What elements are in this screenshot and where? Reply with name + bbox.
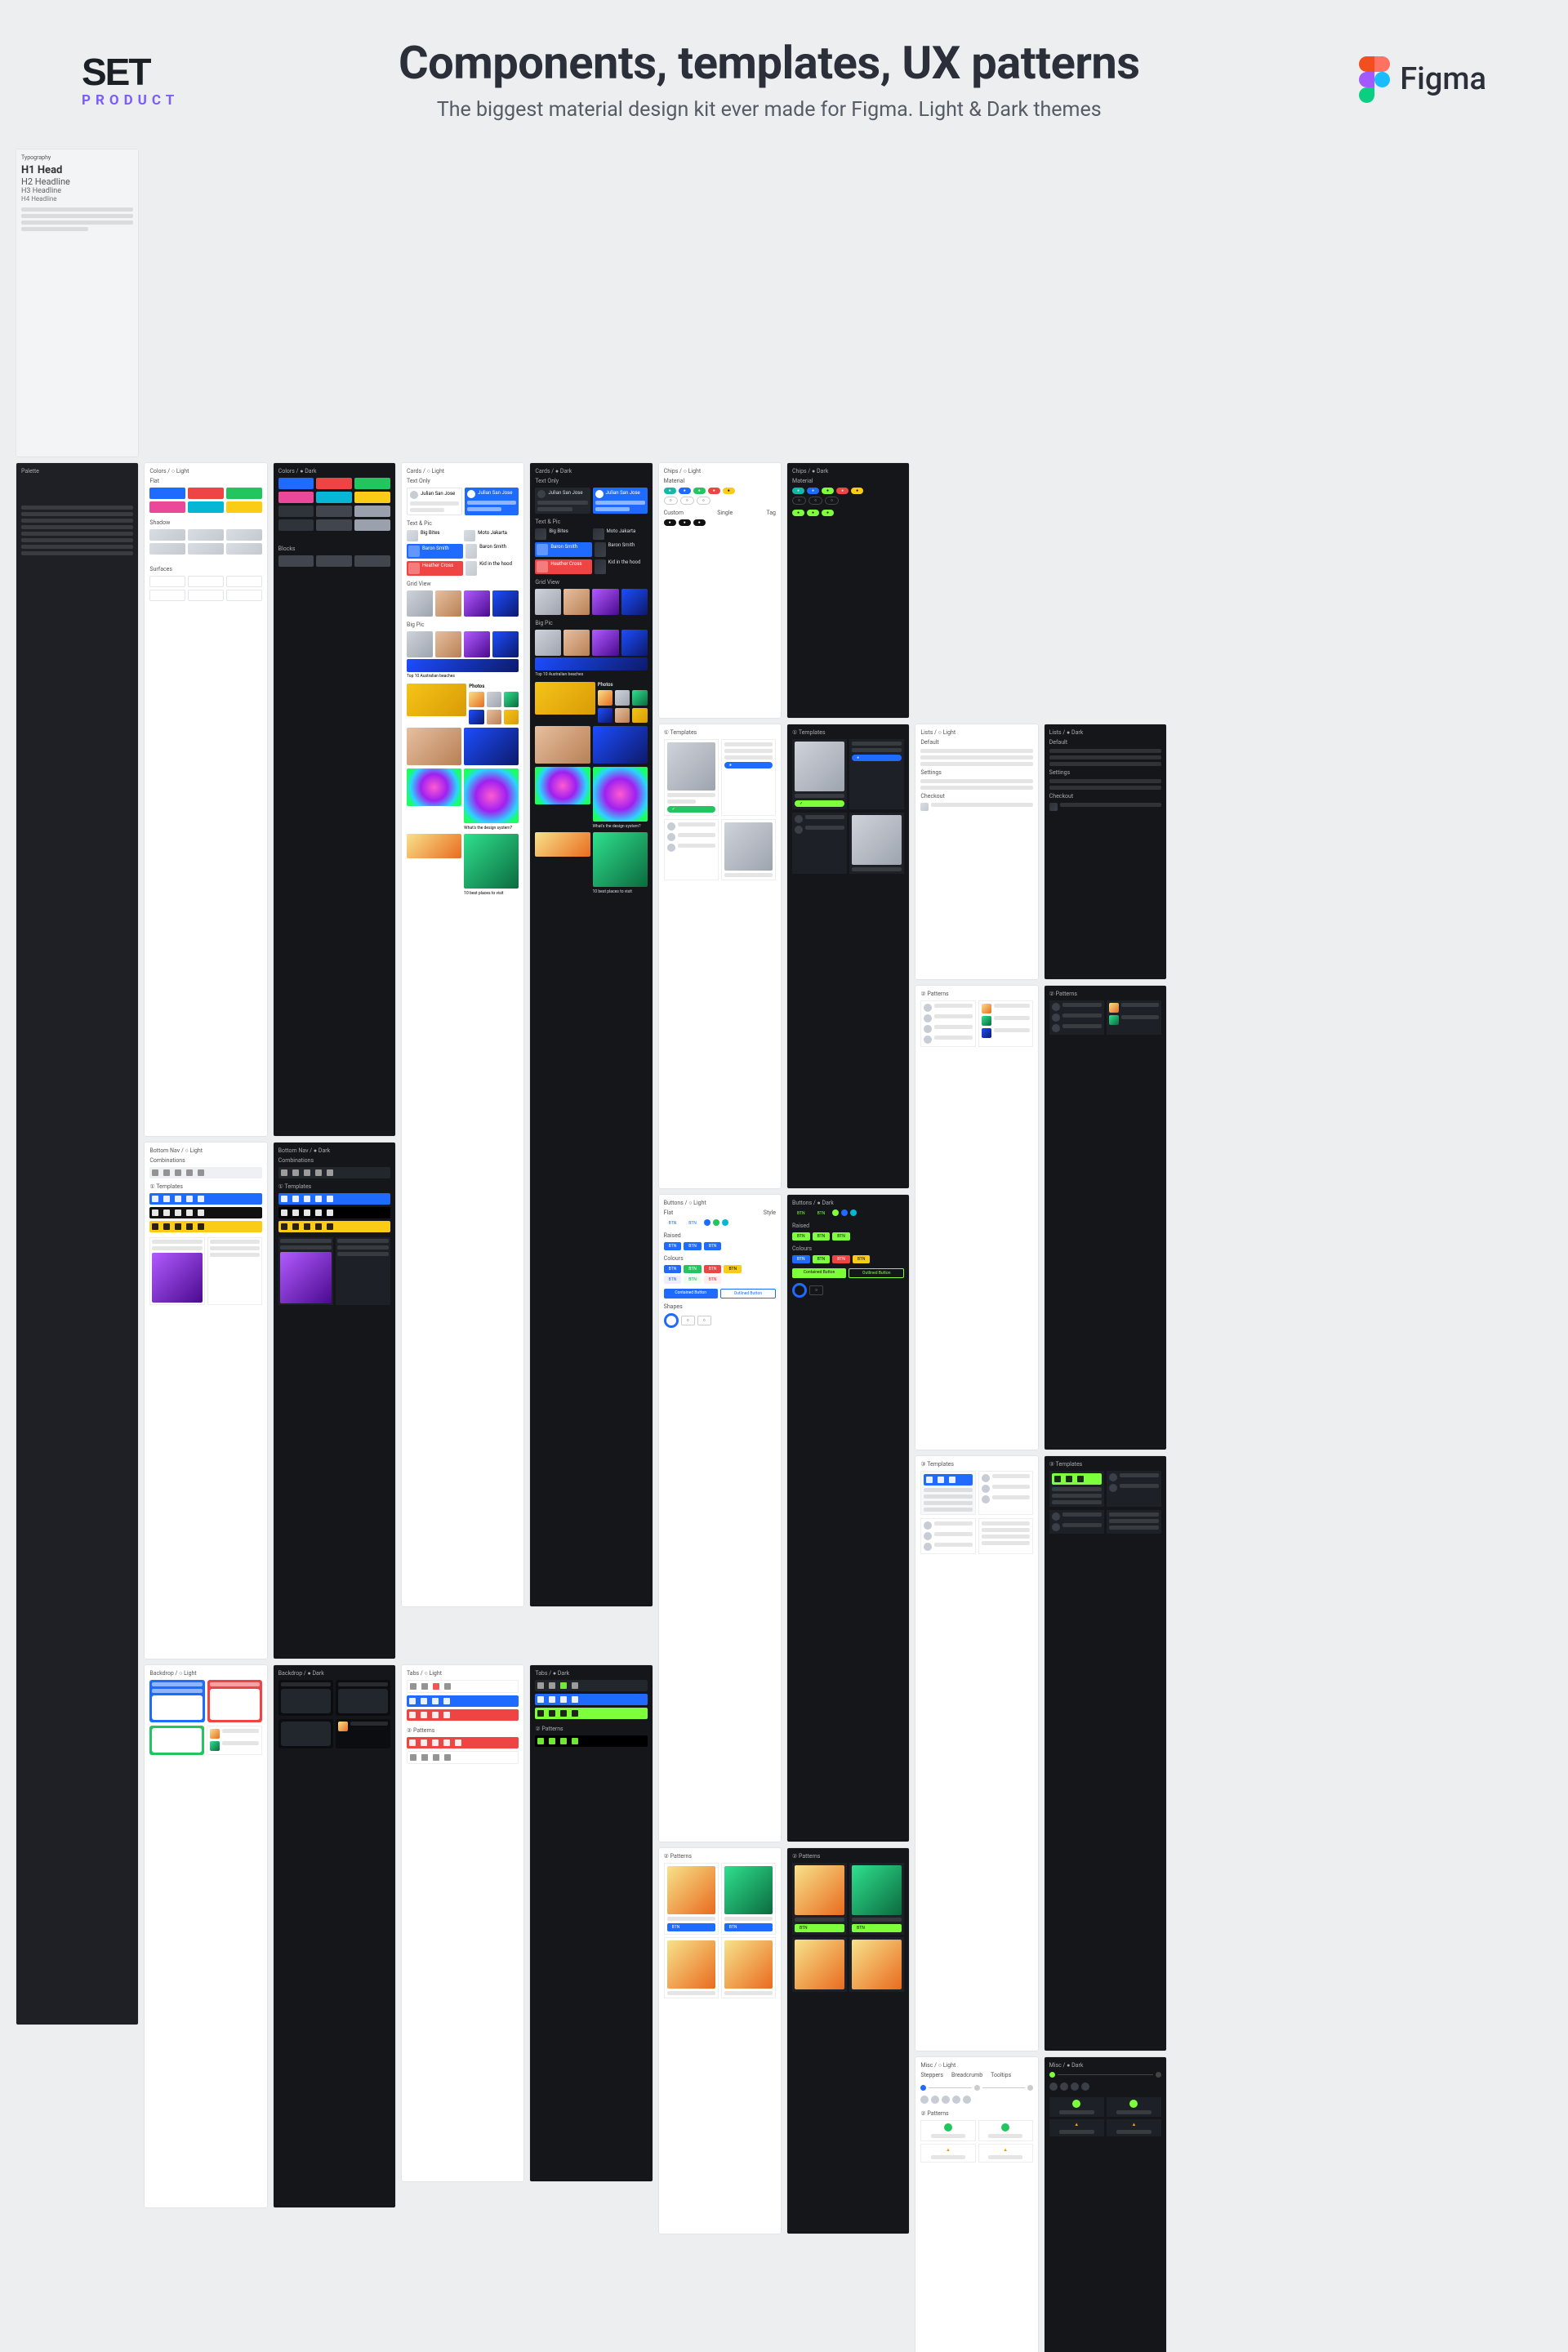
cards-dark-card: Cards / ● Dark Text Only Julian San Jose… — [530, 463, 652, 1606]
chips-light-card: Chips / ○ Light Material ●●●●● ○○○ Custo… — [659, 463, 781, 718]
typo-h1: H1 Head — [21, 164, 133, 176]
brand-product-word: PRODUCT — [82, 92, 179, 109]
buttons-patterns-dark: ② Patterns BTN BTN — [787, 1848, 909, 2234]
figma-icon — [1359, 56, 1390, 102]
page-subtitle: The biggest material design kit ever mad… — [399, 98, 1140, 122]
buttons-light-card: Buttons / ○ Light FlatStyle BTNBTN Raise… — [659, 1195, 781, 1842]
lists-templates-light: ③ Templates — [915, 1456, 1037, 2051]
buttons-dark-card: Buttons / ● Dark BTNBTN Raised BTNBTNBTN… — [787, 1195, 909, 1842]
brand-figma: Figma — [1359, 56, 1486, 102]
lists-patterns-dark: ② Patterns — [1045, 986, 1166, 1450]
chips-dark-card: Chips / ● Dark Material ●●●●● ○○○ ●●● — [787, 463, 909, 718]
typo-h3: H3 Headline — [21, 187, 133, 195]
header: SET PRODUCT Components, templates, UX pa… — [0, 0, 1568, 138]
misc-dark-card: Misc / ● Dark ▲ ▲ — [1045, 2057, 1166, 2352]
colors-dark-card: Colors / ● Dark Blocks — [274, 463, 395, 1136]
backdrop-light-card: Backdrop / ○ Light — [145, 1665, 266, 2207]
colors-dark-label: Colors / ● Dark — [278, 468, 390, 474]
lists-templates-dark: ③ Templates — [1045, 1456, 1166, 2051]
misc-light-card: Misc / ○ Light Steppers Breadcrumb Toolt… — [915, 2057, 1037, 2352]
colors-light-label: Colors / ○ Light — [149, 468, 261, 474]
bottomnav-dark-card: Bottom Nav / ● Dark Combinations ① Templ… — [274, 1143, 395, 1659]
page-title: Components, templates, UX patterns — [399, 36, 1140, 90]
backdrop-dark-card: Backdrop / ● Dark — [274, 1665, 395, 2207]
header-center: Components, templates, UX patterns The b… — [399, 36, 1140, 122]
tabs-light-card: Tabs / ○ Light ② Patterns — [402, 1665, 523, 2181]
lists-patterns-light: ② Patterns — [915, 986, 1037, 1450]
typo-h4: H4 Headline — [21, 195, 133, 203]
cards-light-card: Cards / ○ Light Text Only Julian San Jos… — [402, 463, 523, 1606]
palette-strip: Palette — [16, 463, 138, 2025]
typography-card: Typography H1 Head H2 Headline H3 Headli… — [16, 149, 138, 457]
buttons-patterns-light: ② Patterns BTN BTN — [659, 1848, 781, 2234]
lists-light-card: Lists / ○ Light Default Settings Checkou… — [915, 724, 1037, 979]
artboard-grid: Palette Typography H1 Head H2 Headline H… — [0, 138, 1568, 2352]
figma-word: Figma — [1400, 61, 1486, 97]
chips-templates-dark: ① Templates ✓ ● — [787, 724, 909, 1188]
brand-setproduct: SET PRODUCT — [82, 50, 179, 109]
tabs-dark-card: Tabs / ● Dark ② Patterns — [530, 1665, 652, 2181]
brand-set-word: SET — [82, 50, 149, 94]
typo-h2: H2 Headline — [21, 176, 133, 187]
lists-dark-card: Lists / ● Dark Default Settings Checkout — [1045, 724, 1166, 979]
colors-light-card: Colors / ○ Light Flat Shadow Surfaces — [145, 463, 266, 1136]
bottomnav-light-card: Bottom Nav / ○ Light Combinations ① Temp… — [145, 1143, 266, 1659]
chips-templates-light: ① Templates ✓ ● — [659, 724, 781, 1188]
